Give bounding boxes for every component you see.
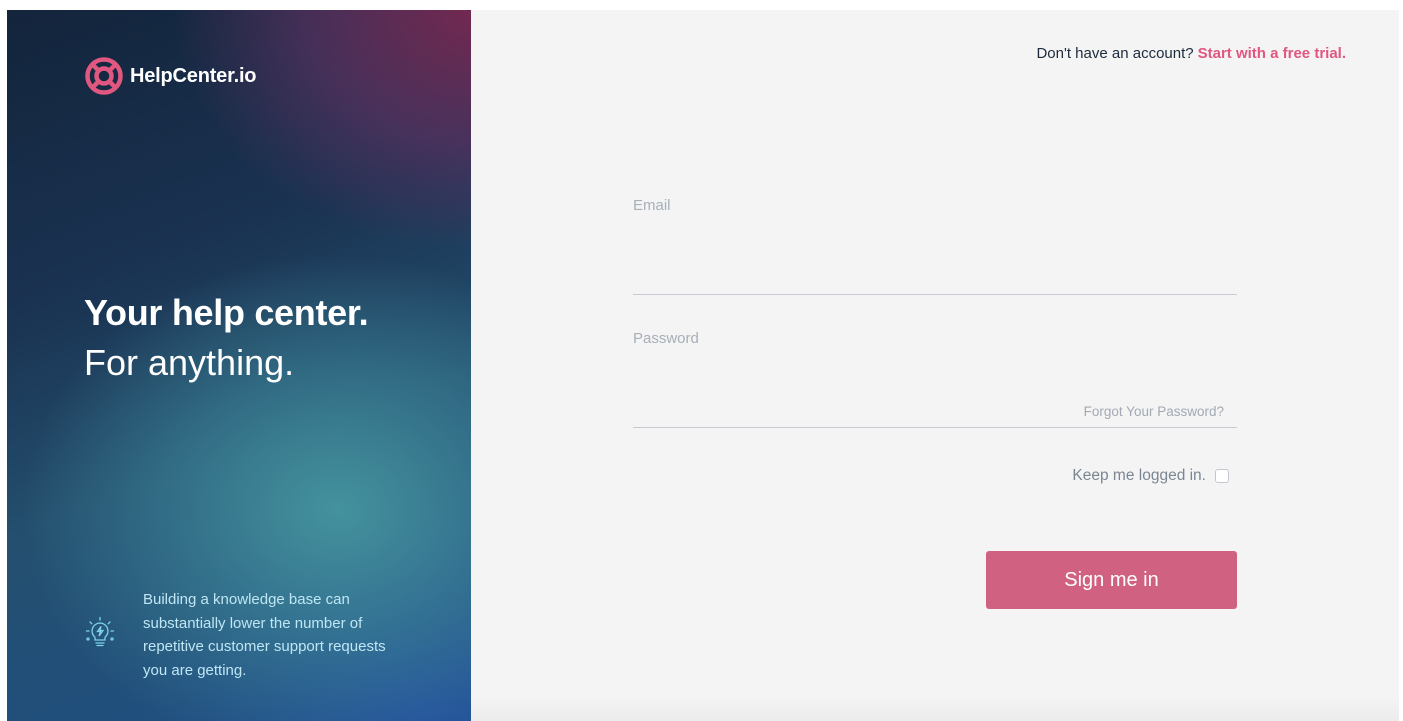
lightbulb-icon	[85, 616, 115, 647]
forgot-password-link[interactable]: Forgot Your Password?	[1084, 404, 1224, 419]
tip-callout: Building a knowledge base can substantia…	[84, 588, 413, 682]
email-field[interactable]: Email	[633, 195, 1237, 295]
password-input[interactable]	[633, 391, 1063, 423]
hero-headline: Your help center.	[84, 292, 369, 333]
signup-prompt-text: Don't have an account?	[1036, 45, 1194, 62]
login-panel: Don't have an account? Start with a free …	[471, 10, 1399, 721]
keep-logged-in-label: Keep me logged in.	[1072, 467, 1206, 484]
bottom-shade	[471, 697, 1399, 721]
password-label: Password	[633, 330, 699, 347]
logo[interactable]: HelpCenter.io	[84, 56, 257, 96]
tip-text: Building a knowledge base can substantia…	[143, 591, 386, 679]
keep-logged-in-checkbox[interactable]	[1215, 469, 1229, 483]
login-page: HelpCenter.io Your help center. For anyt…	[7, 10, 1399, 721]
password-field[interactable]: Password Forgot Your Password?	[633, 328, 1237, 428]
email-input[interactable]	[633, 258, 1063, 290]
keep-logged-in[interactable]: Keep me logged in.	[1072, 467, 1229, 485]
hero-subline: For anything.	[84, 342, 295, 383]
sign-in-button[interactable]: Sign me in	[986, 551, 1237, 609]
signup-prompt: Don't have an account? Start with a free …	[1036, 45, 1346, 62]
brand-panel: HelpCenter.io Your help center. For anyt…	[7, 10, 471, 721]
login-form: Email Password Forgot Your Password? Kee…	[633, 195, 1237, 484]
lifebuoy-icon	[85, 57, 123, 95]
email-label: Email	[633, 197, 671, 214]
free-trial-link[interactable]: Start with a free trial.	[1198, 45, 1346, 62]
brand-name: HelpCenter.io	[130, 64, 257, 87]
